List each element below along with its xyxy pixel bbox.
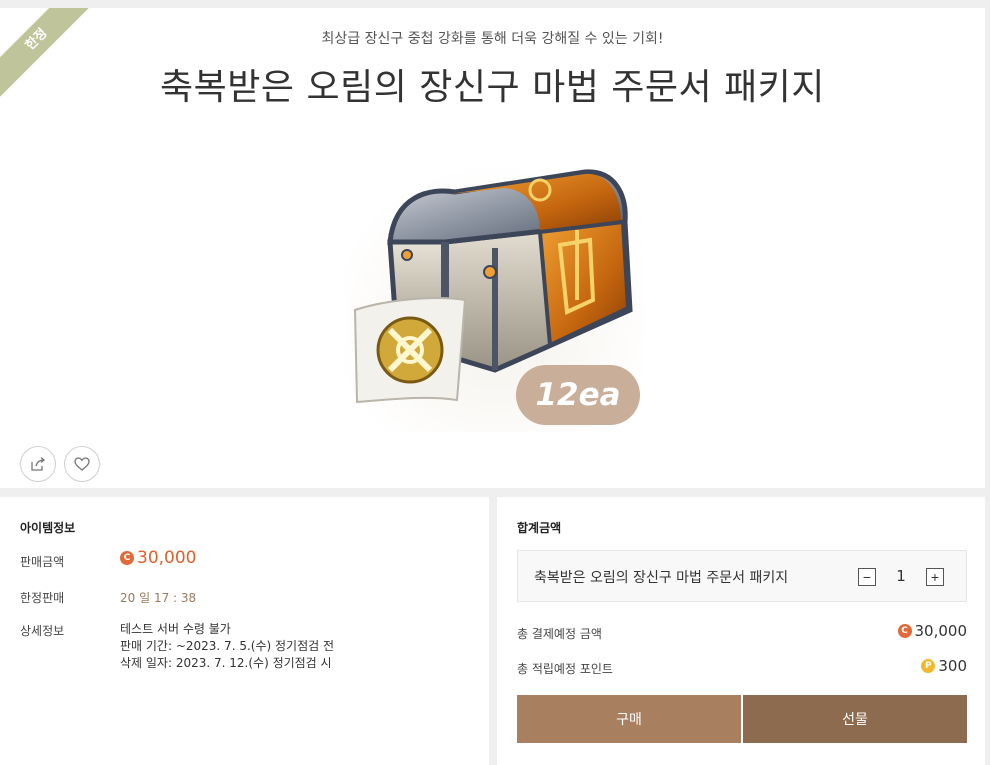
detail-info-text: 테스트 서버 수령 불가 판매 기간: ~2023. 7. 5.(수) 정기점검… [120, 621, 334, 672]
quantity-increase-button[interactable]: + [926, 568, 944, 586]
product-title: 축복받은 오림의 장신구 마법 주문서 패키지 [160, 67, 825, 108]
total-payment-group: C 30,000 [897, 621, 968, 640]
cart-item-row: 축복받은 오림의 장신구 마법 주문서 패키지 − 1 + [517, 550, 967, 602]
price-label: 판매금액 [20, 555, 65, 569]
item-info-heading: 아이템정보 [20, 521, 76, 535]
total-point-value: 300 [938, 656, 967, 675]
total-point-group: P 300 [921, 656, 967, 675]
coin-icon: C [897, 623, 912, 638]
total-payment-label: 총 결제예정 금액 [517, 627, 602, 641]
detail-line: 삭제 일자: 2023. 7. 12.(수) 정기점검 시 [120, 656, 332, 670]
product-hero: 한정 최상급 장신구 중첩 강화를 통해 더욱 강해질 수 있는 기회! 축복받… [0, 8, 985, 488]
quantity-badge: 12ea [516, 365, 640, 425]
product-subtitle: 최상급 장신구 중첩 강화를 통해 더욱 강해질 수 있는 기회! [321, 31, 664, 47]
cart-item-name: 축복받은 오림의 장신구 마법 주문서 패키지 [534, 570, 789, 586]
detail-info-label: 상세정보 [20, 624, 65, 638]
detail-line: 테스트 서버 수령 불가 [120, 622, 231, 636]
total-heading: 합계금액 [517, 521, 562, 535]
limited-sale-label: 한정판매 [20, 591, 65, 605]
limited-sale-timer: 20 일 17 : 38 [120, 591, 197, 605]
point-icon: P [921, 658, 936, 673]
detail-line: 판매 기간: ~2023. 7. 5.(수) 정기점검 전 [120, 639, 335, 653]
coin-icon: C [120, 551, 134, 565]
total-point-label: 총 적립예정 포인트 [517, 662, 613, 676]
heart-icon [74, 457, 90, 471]
share-button[interactable] [20, 446, 56, 482]
quantity-decrease-button[interactable]: − [858, 568, 876, 586]
total-payment-value: 30,000 [914, 621, 968, 640]
buy-button[interactable]: 구매 [517, 695, 741, 743]
like-button[interactable] [64, 446, 100, 482]
quantity-value[interactable]: 1 [888, 567, 914, 585]
price-value-group: C 30,000 [120, 548, 196, 568]
share-icon [31, 457, 46, 471]
gift-button[interactable]: 선물 [743, 695, 967, 743]
price-value: 30,000 [137, 548, 197, 568]
